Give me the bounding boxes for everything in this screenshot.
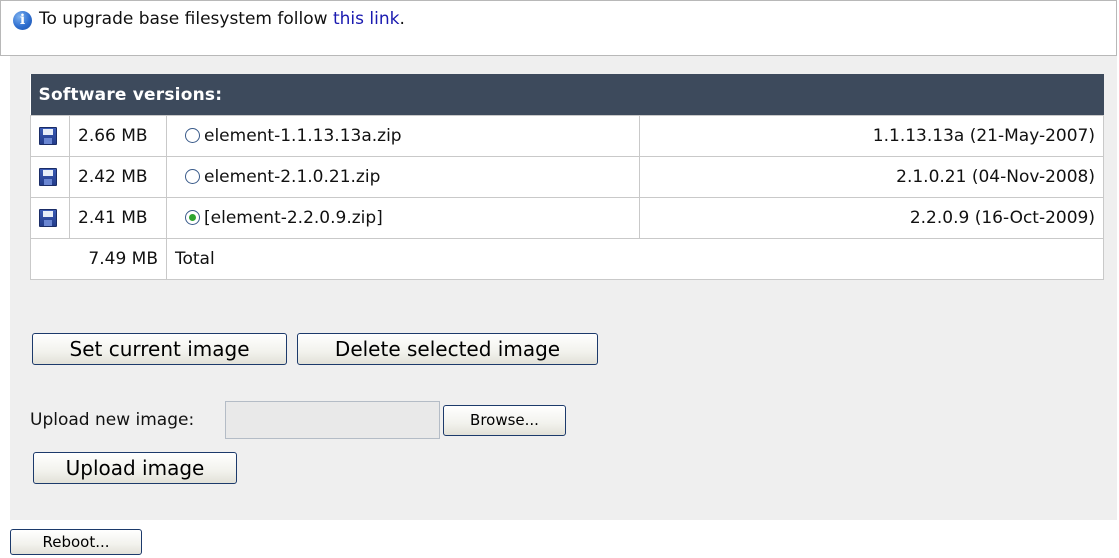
save-icon[interactable] xyxy=(39,168,57,186)
table-row: 2.66 MB element-1.1.13.13a.zip 1.1.13.13… xyxy=(30,115,1105,157)
row-size: 2.42 MB xyxy=(69,156,167,198)
notice-message: To upgrade base filesystem follow xyxy=(39,9,333,29)
total-row: 7.49 MB Total xyxy=(30,238,1104,280)
notice-suffix: . xyxy=(399,9,405,29)
software-versions-table: Software versions: 2.66 MB element-1.1.1… xyxy=(30,74,1105,280)
row-filename[interactable]: element-1.1.13.13a.zip xyxy=(204,126,402,146)
row-filename[interactable]: [element-2.2.0.9.zip] xyxy=(204,208,383,228)
upload-label: Upload new image: xyxy=(30,410,195,430)
reboot-button[interactable]: Reboot... xyxy=(10,529,142,555)
delete-selected-image-button[interactable]: Delete selected image xyxy=(297,333,598,365)
save-icon[interactable] xyxy=(39,127,57,145)
table-row: 2.42 MB element-2.1.0.21.zip 2.1.0.21 (0… xyxy=(30,156,1105,198)
info-notice: i To upgrade base filesystem follow this… xyxy=(0,0,1117,56)
row-filename[interactable]: element-2.1.0.21.zip xyxy=(204,167,380,187)
save-icon[interactable] xyxy=(39,209,57,227)
upload-image-button[interactable]: Upload image xyxy=(33,452,237,484)
upload-file-field[interactable] xyxy=(225,401,440,439)
browse-button[interactable]: Browse... xyxy=(443,405,566,436)
version-radio[interactable] xyxy=(185,169,200,184)
version-radio-selected[interactable] xyxy=(185,210,200,225)
row-size: 2.41 MB xyxy=(69,197,167,239)
notice-text: To upgrade base filesystem follow this l… xyxy=(39,9,405,29)
version-radio[interactable] xyxy=(185,128,200,143)
info-icon: i xyxy=(13,11,32,30)
table-header: Software versions: xyxy=(30,74,1104,116)
row-version: 1.1.13.13a (21-May-2007) xyxy=(638,115,1105,157)
upgrade-filesystem-link[interactable]: this link xyxy=(333,9,400,29)
software-panel: Software versions: 2.66 MB element-1.1.1… xyxy=(10,56,1117,520)
row-version: 2.1.0.21 (04-Nov-2008) xyxy=(638,156,1105,198)
total-size: 7.49 MB xyxy=(30,238,167,280)
row-size: 2.66 MB xyxy=(69,115,167,157)
set-current-image-button[interactable]: Set current image xyxy=(32,333,287,365)
table-row: 2.41 MB [element-2.2.0.9.zip] 2.2.0.9 (1… xyxy=(30,197,1105,239)
row-version: 2.2.0.9 (16-Oct-2009) xyxy=(638,197,1105,239)
total-label: Total xyxy=(166,238,1104,280)
